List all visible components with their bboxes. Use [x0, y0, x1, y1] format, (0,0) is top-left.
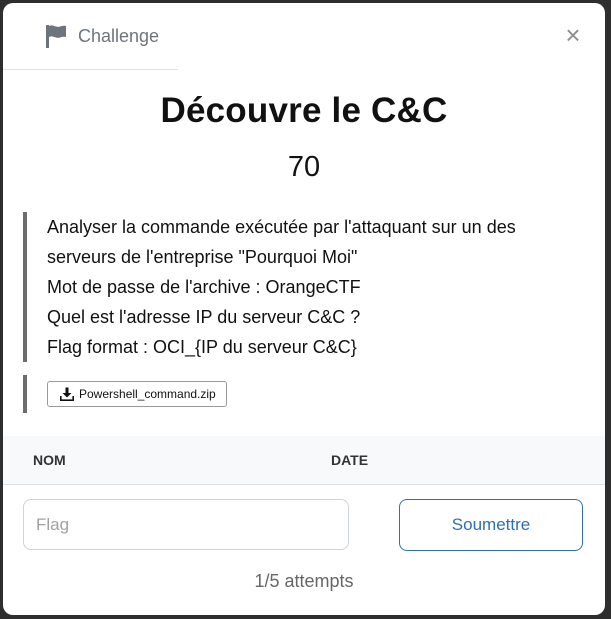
- attempts-counter: 1/5 attempts: [254, 571, 354, 591]
- solves-table-header: NOM DATE: [3, 436, 605, 485]
- column-header-date: DATE: [331, 452, 369, 468]
- description-line: Quel est l'adresse IP du serveur C&C ?: [47, 307, 361, 327]
- file-name: Powershell_command.zip: [79, 387, 216, 401]
- tab-label: Challenge: [78, 26, 160, 46]
- challenge-description: Analyser la commande exécutée par l'atta…: [23, 212, 597, 362]
- download-icon: [60, 387, 74, 401]
- close-icon: ×: [565, 20, 581, 50]
- challenge-title: Découvre le C&C: [160, 91, 448, 130]
- flag-input[interactable]: [23, 499, 349, 550]
- close-button[interactable]: ×: [561, 21, 585, 49]
- description-line: serveurs de l'entreprise "Pourquoi Moi": [47, 247, 358, 267]
- files-section: Powershell_command.zip: [23, 375, 227, 413]
- challenge-points: 70: [287, 151, 321, 183]
- challenge-modal: Challenge × Découvre le C&C 70 Analyser …: [3, 3, 605, 615]
- download-file-button[interactable]: Powershell_command.zip: [47, 381, 227, 407]
- flag-icon: [46, 25, 66, 48]
- submit-button[interactable]: Soumettre: [399, 499, 583, 551]
- description-line: Flag format : OCI_{IP du serveur C&C}: [47, 337, 357, 357]
- column-header-nom: NOM: [33, 452, 66, 468]
- description-line: Analyser la commande exécutée par l'atta…: [47, 217, 516, 237]
- description-line: Mot de passe de l'archive : OrangeCTF: [47, 277, 361, 297]
- modal-header: Challenge ×: [3, 3, 605, 71]
- tab-challenge[interactable]: Challenge: [3, 3, 178, 70]
